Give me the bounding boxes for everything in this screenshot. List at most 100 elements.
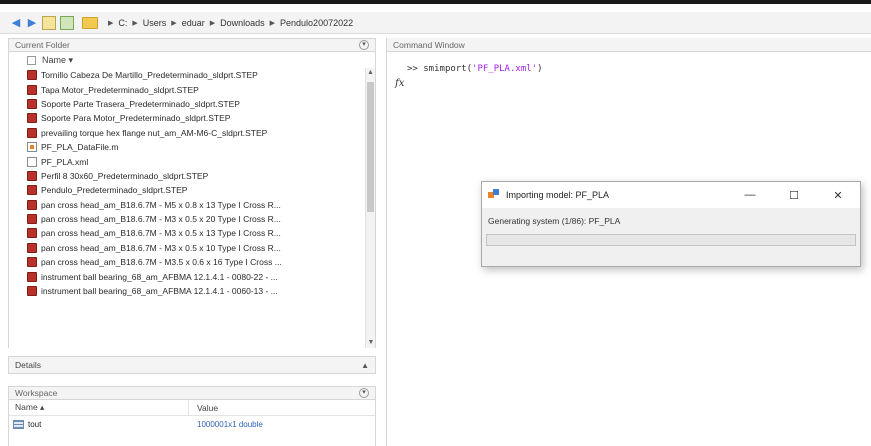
- file-name: Soporte Parte Trasera_Predeterminado_sld…: [41, 98, 240, 109]
- breadcrumb-separator-icon[interactable]: ▶: [132, 19, 137, 27]
- workspace-table: Name ▴ Value tout 1000001x1 double: [8, 400, 376, 446]
- command-line[interactable]: >> smimport('PF_PLA.xml'): [407, 64, 543, 74]
- step-file-icon: [27, 242, 37, 253]
- dialog-title-bar[interactable]: Importing model: PF_PLA — ☐ ✕: [482, 182, 860, 208]
- file-list-item[interactable]: prevailing torque hex flange nut_am_AM-M…: [9, 126, 375, 140]
- file-name: pan cross head_am_B18.6.7M - M3.5 x 0.6 …: [41, 257, 282, 268]
- address-toolbar: ◀ ▶ ▶ C: ▶ Users ▶ eduar ▶ Downloads ▶ Pendulo200…: [0, 12, 871, 34]
- file-name: Perfil 8 30x60_Predeterminado_sldprt.STE…: [41, 170, 209, 181]
- step-file-icon: [27, 228, 37, 239]
- file-name: PF_PLA_DataFile.m: [41, 142, 119, 153]
- panel-actions-icon[interactable]: ▾: [359, 388, 369, 398]
- name-column-label: Name ▾: [42, 54, 74, 65]
- current-folder-header: Current Folder ▾: [8, 38, 376, 52]
- up-folder-icon[interactable]: [42, 15, 56, 30]
- step-file-icon: [27, 185, 37, 196]
- breadcrumb-separator-icon[interactable]: ▶: [270, 19, 275, 27]
- breadcrumb-separator-icon[interactable]: ▶: [171, 19, 176, 27]
- file-list-item[interactable]: pan cross head_am_B18.6.7M - M3 x 0.5 x …: [9, 212, 375, 226]
- step-file-icon: [27, 199, 37, 210]
- variable-name: tout: [28, 419, 42, 429]
- scroll-down-icon[interactable]: ▼: [366, 338, 376, 348]
- breadcrumb-separator-icon[interactable]: ▶: [108, 19, 113, 27]
- file-name: Pendulo_Predeterminado_sldprt.STEP: [41, 185, 188, 196]
- panel-actions-icon[interactable]: ▾: [359, 40, 369, 50]
- file-list-item[interactable]: Soporte Para Motor_Predeterminado_sldprt…: [9, 111, 375, 125]
- file-list-item[interactable]: pan cross head_am_B18.6.7M - M3.5 x 0.6 …: [9, 255, 375, 269]
- file-list-item[interactable]: pan cross head_am_B18.6.7M - M5 x 0.8 x …: [9, 198, 375, 212]
- folder-scrollbar[interactable]: ▲ ▼: [365, 68, 375, 348]
- name-column-header[interactable]: Name ▾: [9, 52, 375, 68]
- importing-model-dialog: Importing model: PF_PLA — ☐ ✕ Generating…: [481, 181, 861, 267]
- file-name: prevailing torque hex flange nut_am_AM-M…: [41, 127, 268, 138]
- file-list-item[interactable]: PF_PLA.xml: [9, 154, 375, 168]
- simscape-icon: [488, 189, 500, 201]
- file-name: pan cross head_am_B18.6.7M - M3 x 0.5 x …: [41, 228, 281, 239]
- current-folder-title: Current Folder: [15, 40, 70, 50]
- browse-folder-icon[interactable]: [60, 15, 74, 30]
- xml-file-icon: [27, 156, 37, 167]
- matrix-variable-icon: [13, 419, 24, 429]
- file-list-item[interactable]: pan cross head_am_B18.6.7M - M3 x 0.5 x …: [9, 241, 375, 255]
- command-window-header: Command Window: [387, 38, 871, 52]
- step-file-icon: [27, 257, 37, 268]
- back-arrow-icon[interactable]: ◀: [10, 16, 22, 29]
- file-list-item[interactable]: pan cross head_am_B18.6.7M - M3 x 0.5 x …: [9, 226, 375, 240]
- command-suffix: ): [537, 64, 543, 74]
- import-progress-bar: [486, 234, 856, 246]
- breadcrumb[interactable]: ▶ C: ▶ Users ▶ eduar ▶ Downloads ▶ Pendulo2007202…: [108, 18, 353, 28]
- command-prompt: >>: [407, 64, 424, 74]
- file-list-item[interactable]: instrument ball bearing_68_am_AFBMA 12.1…: [9, 284, 375, 298]
- file-list-item[interactable]: Perfil 8 30x60_Predeterminado_sldprt.STE…: [9, 169, 375, 183]
- breadcrumb-item[interactable]: Downloads: [220, 18, 265, 28]
- current-folder-list: Name ▾ Tornillo Cabeza De Martillo_Prede…: [8, 52, 376, 348]
- step-file-icon: [27, 127, 37, 138]
- step-file-icon: [27, 113, 37, 124]
- minimize-button[interactable]: —: [728, 182, 772, 208]
- details-title: Details: [15, 360, 41, 370]
- step-file-icon: [27, 271, 37, 282]
- function-browser-icon[interactable]: fx: [395, 78, 404, 89]
- left-pane: Current Folder ▾ Name ▾ Tornillo Cabeza …: [8, 38, 376, 446]
- chevron-up-icon[interactable]: ▲: [361, 361, 369, 370]
- workspace-title: Workspace: [15, 388, 58, 398]
- step-file-icon: [27, 84, 37, 95]
- file-list-item[interactable]: Tapa Motor_Predeterminado_sldprt.STEP: [9, 82, 375, 96]
- variable-name-cell: tout: [9, 419, 189, 429]
- close-button[interactable]: ✕: [816, 182, 860, 208]
- breadcrumb-separator-icon[interactable]: ▶: [210, 19, 215, 27]
- workspace-panel: Workspace ▾ Name ▴ Value tout 1000001x1 d…: [8, 386, 376, 446]
- file-name: Tornillo Cabeza De Martillo_Predetermina…: [41, 70, 258, 81]
- variable-value[interactable]: 1000001x1 double: [189, 420, 263, 429]
- file-list-item[interactable]: Pendulo_Predeterminado_sldprt.STEP: [9, 183, 375, 197]
- file-name: Soporte Para Motor_Predeterminado_sldprt…: [41, 113, 231, 124]
- dialog-body: Generating system (1/86): PF_PLA: [482, 208, 860, 246]
- command-window-title: Command Window: [393, 39, 465, 50]
- m-file-icon: [27, 142, 37, 153]
- file-list-item[interactable]: PF_PLA_DataFile.m: [9, 140, 375, 154]
- file-rows: Tornillo Cabeza De Martillo_Predetermina…: [9, 68, 375, 298]
- file-name: pan cross head_am_B18.6.7M - M3 x 0.5 x …: [41, 214, 281, 225]
- file-name: pan cross head_am_B18.6.7M - M5 x 0.8 x …: [41, 199, 281, 210]
- select-all-checkbox[interactable]: [27, 55, 36, 65]
- breadcrumb-item[interactable]: Users: [143, 18, 167, 28]
- workspace-value-column[interactable]: Value: [189, 403, 218, 413]
- file-name: instrument ball bearing_68_am_AFBMA 12.1…: [41, 271, 278, 282]
- breadcrumb-item[interactable]: Pendulo20072022: [280, 18, 353, 28]
- details-panel-header[interactable]: Details ▲: [8, 356, 376, 374]
- file-list-item[interactable]: Soporte Parte Trasera_Predeterminado_sld…: [9, 97, 375, 111]
- breadcrumb-item[interactable]: eduar: [182, 18, 205, 28]
- forward-arrow-icon[interactable]: ▶: [26, 16, 38, 29]
- file-list-item[interactable]: instrument ball bearing_68_am_AFBMA 12.1…: [9, 269, 375, 283]
- scroll-up-icon[interactable]: ▲: [366, 68, 375, 78]
- workspace-variable-row[interactable]: tout 1000001x1 double: [9, 416, 375, 432]
- maximize-button[interactable]: ☐: [772, 182, 816, 208]
- workspace-name-column[interactable]: Name ▴: [9, 400, 189, 415]
- import-status-text: Generating system (1/86): PF_PLA: [488, 216, 621, 226]
- workspace-table-header: Name ▴ Value: [9, 400, 375, 416]
- step-file-icon: [27, 214, 37, 225]
- file-list-item[interactable]: Tornillo Cabeza De Martillo_Predetermina…: [9, 68, 375, 82]
- scroll-thumb[interactable]: [367, 82, 374, 212]
- workspace-rows: tout 1000001x1 double: [9, 416, 375, 432]
- breadcrumb-item[interactable]: C:: [118, 18, 127, 28]
